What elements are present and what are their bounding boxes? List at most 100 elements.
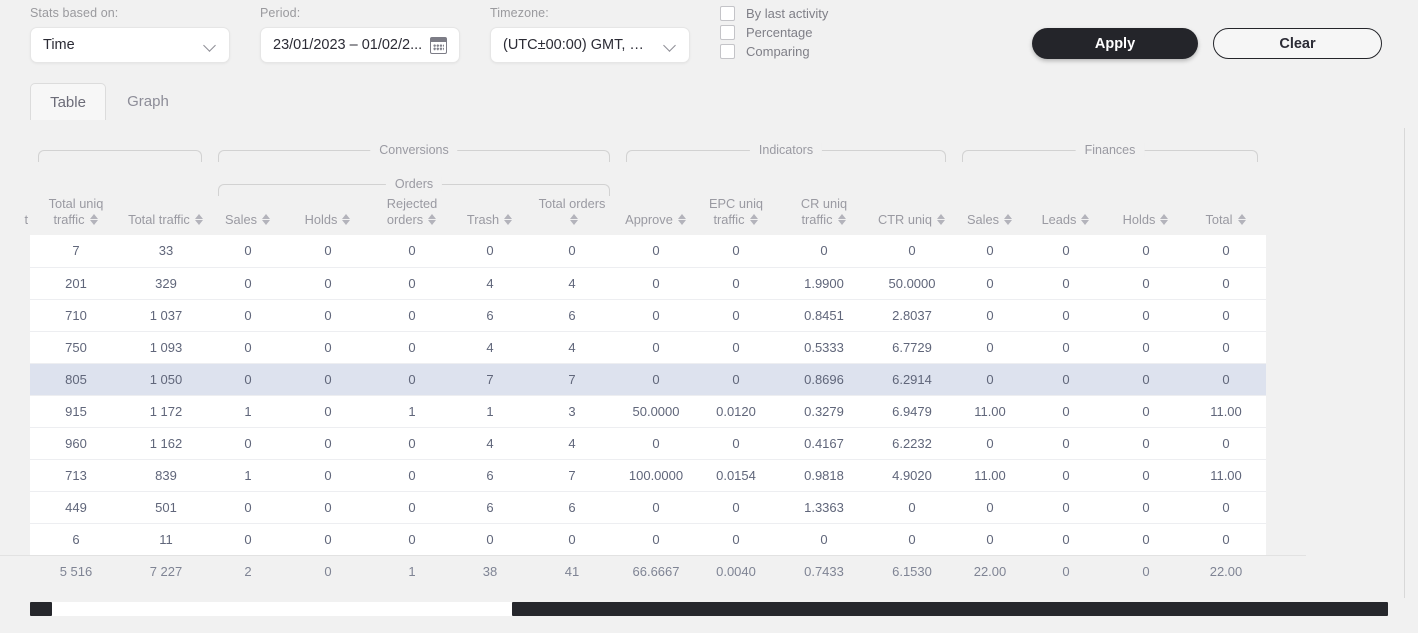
sort-arrows-icon[interactable] xyxy=(89,213,99,226)
table-cell: 0 xyxy=(778,235,870,268)
view-tabs: Table Graph xyxy=(0,83,1418,203)
column-header-ctr-uniq[interactable]: CTR uniq xyxy=(870,196,954,235)
table-cell: 1 xyxy=(210,395,286,428)
stats-based-on-select[interactable]: Time xyxy=(30,27,230,63)
checkbox-percentage[interactable]: Percentage xyxy=(720,23,828,42)
checkbox-by-last-activity[interactable]: By last activity xyxy=(720,4,828,23)
column-header-total-uniq-traffic[interactable]: Total uniq traffic xyxy=(30,196,122,235)
table-cell: 0 xyxy=(870,491,954,524)
sort-arrows-icon[interactable] xyxy=(1081,213,1090,226)
horizontal-scrollbar-secondary[interactable] xyxy=(512,602,1388,616)
table-cell: 0 xyxy=(618,331,694,364)
table-row[interactable]: 713 839 1 0 0 6 7 100.0000 0.0154 0.9818 4.9020 11.… xyxy=(0,459,1306,492)
table-row[interactable]: 805 1 050 0 0 0 7 7 0 0 0.8696 6.2914 0 0 0 0 xyxy=(0,363,1306,396)
totals-cell: 0.0040 xyxy=(694,554,778,587)
table-row[interactable]: 201 329 0 0 0 4 4 0 0 1.9900 50.0000 0 0 0 0 xyxy=(0,267,1306,300)
table-cell: 33 xyxy=(122,235,210,268)
filter-bar: Stats based on: Time Period: 23/01/2023 … xyxy=(0,0,1418,80)
column-header-sales[interactable]: Sales xyxy=(210,196,286,235)
table-cell: 6 xyxy=(454,299,526,332)
table-cell: 0 xyxy=(954,331,1026,364)
checkbox-box[interactable] xyxy=(720,44,735,59)
table-cell: 3 xyxy=(526,395,618,428)
stats-table-scroll-area[interactable]: Conversions Indicators Finances Orders t To… xyxy=(0,128,1418,604)
table-cell: 0 xyxy=(370,299,454,332)
sort-arrows-icon[interactable] xyxy=(262,213,271,226)
row-filler-cell xyxy=(1266,459,1306,491)
tab-table[interactable]: Table xyxy=(30,83,106,120)
column-header-sales[interactable]: Sales xyxy=(954,196,1026,235)
table-cell: 1.3363 xyxy=(778,491,870,524)
sort-arrows-icon[interactable] xyxy=(749,213,759,226)
row-stub-cell xyxy=(0,523,30,555)
column-header-trash[interactable]: Trash xyxy=(454,196,526,235)
tab-graph[interactable]: Graph xyxy=(110,83,186,120)
table-cell: 0 xyxy=(1026,459,1106,492)
table-cell: 0 xyxy=(210,523,286,555)
column-header-holds[interactable]: Holds xyxy=(286,196,370,235)
group-label: Conversions xyxy=(370,143,458,157)
table-cell: 0 xyxy=(694,267,778,300)
sort-arrows-icon[interactable] xyxy=(837,213,847,226)
column-header-total-orders[interactable]: Total orders xyxy=(526,196,618,235)
column-header-total-traffic[interactable]: Total traffic xyxy=(122,196,210,235)
column-header-label: Holds xyxy=(304,212,338,227)
horizontal-scrollbar-thumb[interactable] xyxy=(30,602,52,616)
totals-row: 5 516 7 227 2 0 1 38 41 66.6667 0.0040 0.7433 6.15… xyxy=(0,554,1306,587)
calendar-icon[interactable] xyxy=(430,36,447,54)
table-cell: 0 xyxy=(210,267,286,300)
column-header-leads[interactable]: Leads xyxy=(1026,196,1106,235)
apply-button[interactable]: Apply xyxy=(1032,28,1198,59)
table-row[interactable]: 7 33 0 0 0 0 0 0 0 0 0 0 0 0 0 xyxy=(0,235,1306,268)
row-stub-cell xyxy=(0,267,30,299)
sort-arrows-icon[interactable] xyxy=(937,213,946,226)
period-value: 23/01/2023 – 01/02/2... xyxy=(273,37,423,53)
timezone-select[interactable]: (UTC±00:00) GMT, WET... xyxy=(490,27,690,63)
table-cell: 11.00 xyxy=(1186,395,1266,428)
sort-arrows-icon[interactable] xyxy=(342,213,351,226)
sort-arrows-icon[interactable] xyxy=(1160,213,1169,226)
sort-arrows-icon[interactable] xyxy=(570,213,579,226)
table-row[interactable]: 960 1 162 0 0 0 4 4 0 0 0.4167 6.2232 0 0 0 0 xyxy=(0,427,1306,460)
row-stub-cell xyxy=(0,331,30,363)
table-cell: 0.0154 xyxy=(694,459,778,492)
column-subgroup-row: Orders xyxy=(0,162,1306,196)
totals-cell: 38 xyxy=(454,554,526,587)
sort-arrows-icon[interactable] xyxy=(428,213,437,226)
sort-arrows-icon[interactable] xyxy=(677,213,687,226)
table-cell: 2.8037 xyxy=(870,299,954,332)
truncated-column-header: t xyxy=(0,196,30,235)
table-cell: 6 xyxy=(526,491,618,524)
column-header-holds[interactable]: Holds xyxy=(1106,196,1186,235)
table-cell: 0 xyxy=(870,523,954,555)
table-cell: 1 172 xyxy=(122,395,210,428)
group-bracket: Finances xyxy=(962,142,1258,162)
table-cell: 0 xyxy=(954,363,1026,396)
clear-button[interactable]: Clear xyxy=(1213,28,1382,59)
totals-stub-cell xyxy=(0,554,30,587)
chevron-down-icon xyxy=(203,38,217,52)
checkbox-comparing[interactable]: Comparing xyxy=(720,42,828,61)
column-header-approve[interactable]: Approve xyxy=(618,196,694,235)
table-cell: 0 xyxy=(1186,363,1266,396)
table-cell: 0 xyxy=(210,299,286,332)
table-row[interactable]: 6 11 0 0 0 0 0 0 0 0 0 0 0 0 0 xyxy=(0,523,1306,555)
column-header-cr-uniq-traffic[interactable]: CR uniq traffic xyxy=(778,196,870,235)
period-input[interactable]: 23/01/2023 – 01/02/2... xyxy=(260,27,460,63)
checkbox-box[interactable] xyxy=(720,6,735,21)
table-row[interactable]: 449 501 0 0 0 6 6 0 0 1.3363 0 0 0 0 0 xyxy=(0,491,1306,524)
table-cell: 915 xyxy=(30,395,122,428)
column-header-epc-uniq-traffic[interactable]: EPC uniq traffic xyxy=(694,196,778,235)
table-cell: 1 xyxy=(454,395,526,428)
column-header-total[interactable]: Total xyxy=(1186,196,1266,235)
sort-arrows-icon[interactable] xyxy=(194,213,204,226)
checkbox-box[interactable] xyxy=(720,25,735,40)
table-row[interactable]: 710 1 037 0 0 0 6 6 0 0 0.8451 2.8037 0 0 0 0 xyxy=(0,299,1306,332)
sort-arrows-icon[interactable] xyxy=(1237,213,1247,226)
sort-arrows-icon[interactable] xyxy=(1004,213,1013,226)
table-row[interactable]: 915 1 172 1 0 1 1 3 50.0000 0.0120 0.3279 6.9479 11… xyxy=(0,395,1306,428)
column-header-rejected-orders[interactable]: Rejected orders xyxy=(370,196,454,235)
sort-arrows-icon[interactable] xyxy=(504,213,513,226)
table-cell: 7 xyxy=(526,363,618,396)
table-row[interactable]: 750 1 093 0 0 0 4 4 0 0 0.5333 6.7729 0 0 0 0 xyxy=(0,331,1306,364)
